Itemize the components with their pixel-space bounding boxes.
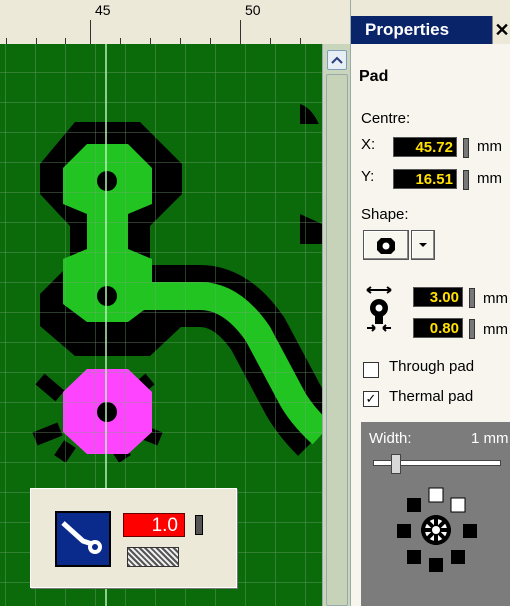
x-unit: mm [477, 138, 502, 155]
pad-size-spinner[interactable] [469, 288, 475, 308]
x-value-field[interactable]: 45.72 [393, 137, 457, 157]
scroll-thumb[interactable] [326, 74, 348, 606]
section-heading: Pad [359, 68, 389, 85]
track-tool-button[interactable] [55, 511, 111, 567]
track-width-field[interactable]: 1.0 [123, 513, 185, 537]
track-tool-icon [61, 521, 102, 554]
panel-title: Properties [351, 16, 510, 44]
thermal-settings-box: Width: 1 mm [361, 422, 510, 606]
hole-size-spinner[interactable] [469, 319, 475, 339]
scroll-up-button[interactable] [327, 50, 347, 70]
thermal-width-label: Width: [369, 430, 412, 447]
track-toolbar: 1.0 [30, 488, 237, 588]
thermal-spokes-icon [397, 487, 477, 572]
x-label: X: [361, 136, 376, 153]
close-icon[interactable]: ✕ [492, 16, 510, 44]
ruler-label-45: 45 [95, 2, 111, 18]
thermal-width-value: 1 mm [471, 430, 509, 447]
y-spinner[interactable] [463, 170, 469, 190]
horizontal-ruler: 45 50 [0, 0, 330, 45]
y-label: Y: [361, 168, 375, 185]
thermal-pad-checkbox[interactable]: ✓ [363, 391, 379, 407]
shape-label: Shape: [361, 206, 409, 223]
through-pad-label: Through pad [389, 358, 475, 375]
chevron-up-icon [331, 56, 343, 64]
layer-pattern-icon[interactable] [127, 547, 179, 567]
track-width-spinner[interactable] [195, 515, 203, 535]
pad-size-field[interactable]: 3.00 [413, 287, 463, 307]
y-value-field[interactable]: 16.51 [393, 169, 457, 189]
chevron-down-icon [419, 243, 427, 247]
pad-shape-dropdown[interactable] [411, 230, 435, 260]
x-spinner[interactable] [463, 138, 469, 158]
thermal-width-slider-thumb[interactable] [391, 454, 401, 474]
pad-diameter-icon [366, 286, 392, 332]
vertical-scrollbar[interactable] [322, 44, 351, 606]
hole-size-field[interactable]: 0.80 [413, 318, 463, 338]
ruler-label-50: 50 [245, 2, 261, 18]
properties-panel: Properties ✕ Pad Centre: X: 45.72 mm Y: … [350, 0, 510, 606]
thermal-pad-label: Thermal pad [389, 388, 474, 405]
pad-shape-button[interactable] [363, 230, 409, 260]
panel-body: Pad Centre: X: 45.72 mm Y: 16.51 mm Shap… [351, 44, 510, 606]
y-unit: mm [477, 170, 502, 187]
hole-size-unit: mm [483, 321, 508, 338]
centre-label: Centre: [361, 110, 411, 127]
through-pad-checkbox[interactable] [363, 362, 379, 378]
pad-size-unit: mm [483, 290, 508, 307]
round-pad-icon [377, 238, 395, 254]
